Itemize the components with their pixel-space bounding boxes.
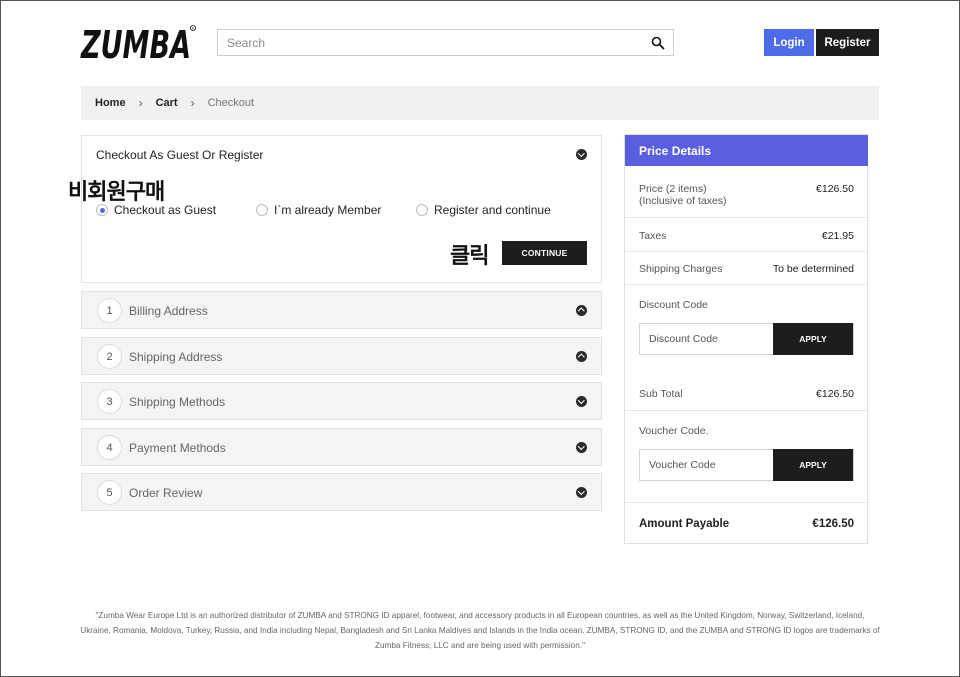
search-icon[interactable] [651, 36, 665, 50]
chevron-up-icon[interactable] [576, 351, 587, 362]
step-number: 1 [97, 298, 122, 323]
amount-payable-label: Amount Payable [639, 518, 730, 530]
price-value: €126.50 [816, 183, 854, 195]
apply-voucher-button[interactable]: APPLY [773, 449, 853, 481]
price-details-panel: Price Details Price (2 items) (Inclusive… [624, 134, 868, 544]
radio-register-and-continue[interactable]: Register and continue [416, 203, 551, 217]
step-label: Order Review [129, 486, 203, 500]
taxes-row: Taxes €21.95 [625, 218, 868, 252]
step-billing-address[interactable]: 1 Billing Address [81, 291, 602, 329]
chevron-down-icon[interactable] [576, 487, 587, 498]
annotation-guest-purchase: 비회원구매 [68, 180, 165, 205]
step-order-review[interactable]: 5 Order Review [81, 473, 602, 511]
subtotal-label: Sub Total [639, 388, 683, 400]
step-shipping-methods[interactable]: 3 Shipping Methods [81, 382, 602, 420]
radio-label: Checkout as Guest [114, 203, 217, 217]
voucher-code-box: APPLY [639, 449, 854, 481]
step-number: 4 [97, 435, 122, 460]
subtotal-value: €126.50 [816, 388, 854, 400]
chevron-down-icon[interactable] [576, 149, 587, 160]
step-label: Billing Address [129, 304, 208, 318]
voucher-section: Voucher Code. APPLY [625, 411, 868, 503]
amount-payable-row: Amount Payable €126.50 [625, 503, 868, 543]
chevron-up-icon[interactable] [576, 305, 587, 316]
continue-button[interactable]: CONTINUE [502, 241, 587, 265]
price-details-title: Price Details [625, 135, 868, 166]
logo-text: ZUMBA [80, 23, 191, 64]
register-button[interactable]: Register [816, 29, 879, 56]
svg-text:R: R [192, 26, 195, 30]
step-number: 2 [97, 344, 122, 369]
zumba-logo[interactable]: ZUMBA R [80, 22, 198, 67]
discount-code-input[interactable] [640, 324, 773, 354]
checkout-options-title: Checkout As Guest Or Register [96, 148, 264, 162]
footer-disclaimer: "Zumba Wear Europe Ltd is an authorized … [80, 611, 880, 650]
shipping-charges-row: Shipping Charges To be determined [625, 252, 868, 285]
voucher-code-input[interactable] [640, 450, 773, 480]
price-label: Price (2 items) [639, 183, 707, 195]
discount-code-box: APPLY [639, 323, 854, 355]
price-row: Price (2 items) (Inclusive of taxes) €12… [625, 166, 868, 218]
amount-payable-value: €126.50 [812, 518, 854, 530]
apply-discount-button[interactable]: APPLY [773, 323, 853, 355]
discount-label: Discount Code [639, 299, 708, 311]
radio-button[interactable] [256, 204, 268, 216]
chevron-down-icon[interactable] [576, 396, 587, 407]
taxes-label: Taxes [639, 230, 667, 242]
breadcrumb-checkout: Checkout [207, 97, 255, 109]
discount-section: Discount Code APPLY [625, 285, 868, 380]
step-label: Shipping Address [129, 350, 223, 364]
step-label: Shipping Methods [129, 395, 226, 409]
radio-checkout-as-guest[interactable]: Checkout as Guest [96, 203, 216, 217]
breadcrumb: Home › Cart › Checkout [81, 86, 879, 120]
chevron-down-icon[interactable] [576, 442, 587, 453]
radio-label: I`m already Member [274, 203, 382, 217]
shipping-label: Shipping Charges [639, 263, 723, 275]
step-number: 3 [97, 389, 122, 414]
chevron-right-icon: › [190, 96, 195, 110]
search-input[interactable] [218, 30, 638, 55]
taxes-value: €21.95 [821, 230, 854, 242]
breadcrumb-home[interactable]: Home [95, 97, 126, 109]
voucher-label: Voucher Code. [639, 425, 709, 437]
radio-button[interactable] [416, 204, 428, 216]
step-shipping-address[interactable]: 2 Shipping Address [81, 337, 602, 375]
step-label: Payment Methods [129, 441, 226, 455]
step-payment-methods[interactable]: 4 Payment Methods [81, 428, 602, 466]
radio-already-member[interactable]: I`m already Member [256, 203, 381, 217]
subtotal-row: Sub Total €126.50 [625, 380, 868, 411]
radio-label: Register and continue [434, 203, 551, 217]
search-bar [217, 29, 674, 56]
price-sublabel: (Inclusive of taxes) [639, 195, 727, 207]
radio-button-selected[interactable] [96, 204, 108, 216]
shipping-value: To be determined [772, 263, 854, 275]
step-number: 5 [97, 480, 122, 505]
annotation-click: 클릭 [450, 244, 489, 269]
breadcrumb-cart[interactable]: Cart [156, 97, 178, 109]
login-button[interactable]: Login [764, 29, 814, 56]
chevron-right-icon: › [138, 96, 143, 110]
